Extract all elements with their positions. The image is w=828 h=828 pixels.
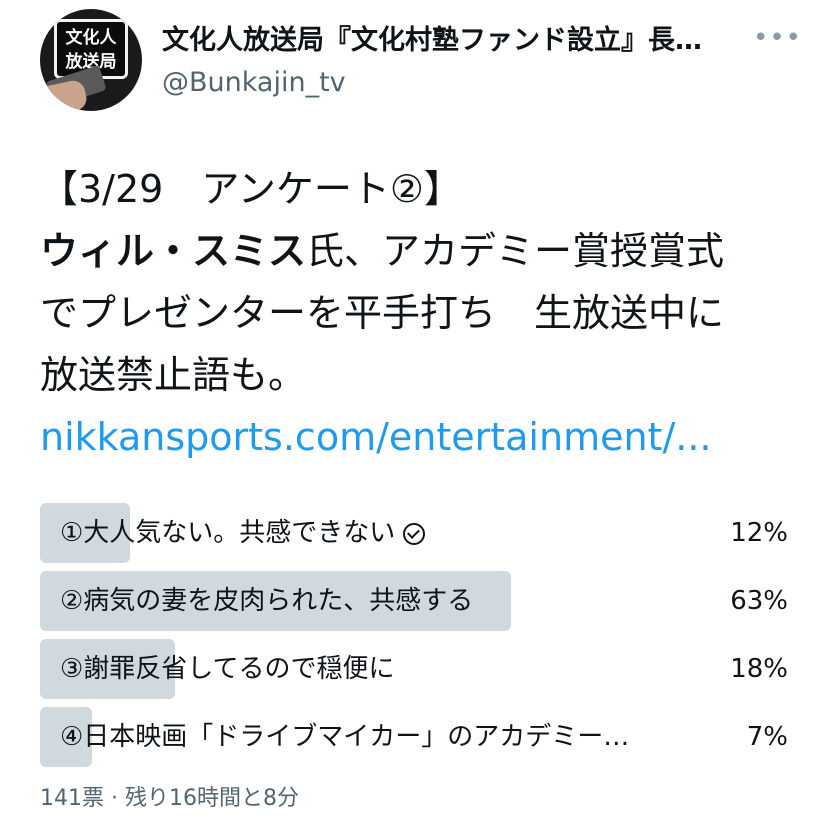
poll-option-label: ③謝罪反省してるので穏便に	[60, 654, 395, 684]
avatar[interactable]: 文化人 放送局	[40, 9, 142, 111]
avatar-text-1: 文化人	[65, 28, 117, 48]
poll-option-1: ①大人気ない。共感できない 12%	[40, 503, 788, 563]
check-circle-icon	[403, 522, 426, 545]
poll-option-text: ①大人気ない。共感できない	[60, 518, 396, 548]
tweet-heading: 【3/29 アンケート②】	[40, 167, 462, 211]
tweet-line-1: 【3/29 アンケート②】	[40, 158, 800, 220]
poll: ①大人気ない。共感できない 12% ②病気の妻を皮肉られた、共感する 63% ③…	[40, 503, 788, 775]
poll-option-label: ①大人気ない。共感できない	[60, 503, 680, 563]
tweet-line-3: でプレゼンターを平手打ち 生放送中に	[40, 291, 725, 335]
tweet-text: 【3/29 アンケート②】 ウィル・スミス氏、アカデミー賞授賞式 でプレゼンター…	[40, 158, 800, 468]
tweet-header: 文化人 放送局 文化人放送局『文化村塾ファンド設立』長… @Bunkajin_t…	[40, 9, 802, 111]
tweet-line-4: 放送禁止語も。	[40, 353, 307, 397]
tweet-line-2-rest: 氏、アカデミー賞授賞式	[306, 229, 725, 273]
poll-option-3: ③謝罪反省してるので穏便に 18%	[40, 639, 788, 699]
poll-option-percent: 7%	[746, 722, 788, 752]
poll-option-percent: 12%	[730, 518, 788, 548]
poll-option-4: ④日本映画「ドライブマイカー」のアカデミー… 7%	[40, 707, 788, 767]
article-link[interactable]: nikkansports.com/entertainment/...	[40, 406, 800, 468]
poll-option-2: ②病気の妻を皮肉られた、共感する 63%	[40, 571, 788, 631]
poll-meta: 141票 · 残り16時間と8分	[40, 786, 299, 811]
poll-option-percent: 63%	[730, 586, 788, 616]
more-options-icon[interactable]: •••	[753, 23, 802, 53]
display-name[interactable]: 文化人放送局『文化村塾ファンド設立』長…	[162, 23, 762, 59]
tweet-line-2: ウィル・スミス氏、アカデミー賞授賞式	[40, 220, 800, 282]
user-handle[interactable]: @Bunkajin_tv	[162, 65, 346, 101]
poll-option-label: ④日本映画「ドライブマイカー」のアカデミー…	[60, 722, 630, 752]
tweet-bold-name: ウィル・スミス	[40, 229, 307, 273]
poll-option-percent: 18%	[730, 654, 788, 684]
poll-option-label: ②病気の妻を皮肉られた、共感する	[60, 586, 474, 616]
